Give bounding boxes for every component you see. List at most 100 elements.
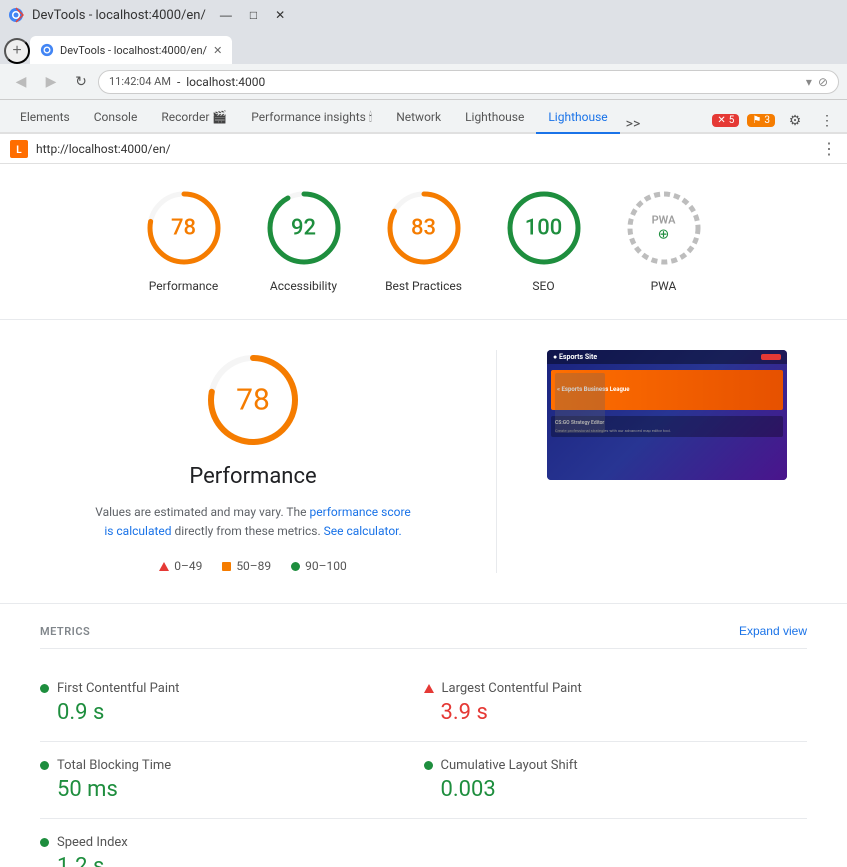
perf-preview-panel: ● Esports Site « Esports Business League… xyxy=(547,350,787,573)
metric-si-label: Speed Index xyxy=(57,835,128,850)
warning-flag-icon: ⚑ xyxy=(752,115,761,126)
tab-elements[interactable]: Elements xyxy=(8,102,82,134)
devtools-nav: Elements Console Recorder 🎬 Performance … xyxy=(0,100,847,134)
score-circle-best-practices: 83 xyxy=(384,188,464,268)
metric-tbt-status-icon xyxy=(40,761,49,770)
score-value-performance: 78 xyxy=(171,216,196,241)
breadcrumb-bar: L http://localhost:4000/en/ ⋮ xyxy=(0,134,847,164)
metric-lcp: Largest Contentful Paint 3.9 s xyxy=(424,665,808,742)
metric-cls-value: 0.003 xyxy=(424,777,788,802)
metric-lcp-label: Largest Contentful Paint xyxy=(442,681,582,696)
metric-cls-label: Cumulative Layout Shift xyxy=(441,758,578,773)
tab-performance-insights[interactable]: Performance insights 🕯 xyxy=(239,102,384,134)
score-item-best-practices: 83 Best Practices xyxy=(384,188,464,295)
dropdown-arrow-icon[interactable]: ▾ xyxy=(806,75,812,89)
svg-text:L: L xyxy=(16,145,22,156)
breadcrumb-favicon: L xyxy=(10,140,28,158)
maximize-button[interactable]: □ xyxy=(244,6,263,24)
score-circle-pwa: PWA ⊕ xyxy=(624,188,704,268)
new-tab-button[interactable]: + xyxy=(4,38,30,64)
tab-favicon xyxy=(40,43,54,57)
section-divider xyxy=(496,350,497,573)
metric-cls-label-row: Cumulative Layout Shift xyxy=(424,758,788,773)
score-label-best-practices: Best Practices xyxy=(385,278,462,295)
pwa-plus-icon: ⊕ xyxy=(652,227,676,243)
warning-badge[interactable]: ⚑ 3 xyxy=(747,114,775,127)
minimize-button[interactable]: — xyxy=(214,6,238,24)
score-label-seo: SEO xyxy=(532,278,554,295)
fail-triangle-icon xyxy=(159,562,169,571)
score-item-accessibility: 92 Accessibility xyxy=(264,188,344,295)
metrics-title: METRICS xyxy=(40,625,90,638)
error-badge[interactable]: ✕ 5 xyxy=(712,114,739,127)
perf-big-value: 78 xyxy=(236,382,270,417)
more-tabs-button[interactable]: >> xyxy=(620,116,647,132)
tab-title: DevTools - localhost:4000/en/ xyxy=(60,44,207,57)
score-value-accessibility: 92 xyxy=(291,216,316,241)
metric-fcp: First Contentful Paint 0.9 s xyxy=(40,665,424,742)
legend-fail: 0–49 xyxy=(159,559,202,573)
metric-si-label-row: Speed Index xyxy=(40,835,404,850)
tab-network[interactable]: Lighthouse xyxy=(453,102,536,134)
breadcrumb-more-icon[interactable]: ⋮ xyxy=(821,139,837,158)
score-item-pwa: PWA ⊕ PWA xyxy=(624,188,704,295)
score-value-seo: 100 xyxy=(525,216,563,241)
close-button[interactable]: ✕ xyxy=(269,6,291,24)
score-label-performance: Performance xyxy=(149,278,218,295)
browser-tab[interactable]: DevTools - localhost:4000/en/ ✕ xyxy=(30,36,232,64)
address-separator: - xyxy=(177,75,180,89)
browser-favicon xyxy=(8,7,24,23)
score-label-pwa: PWA xyxy=(651,278,677,295)
tab-recorder[interactable]: Recorder 🎬 xyxy=(149,102,239,134)
tab-console[interactable]: Console xyxy=(82,102,150,134)
pass-circle-icon xyxy=(291,562,300,571)
score-item-performance: 78 Performance xyxy=(144,188,224,295)
expand-view-button[interactable]: Expand view xyxy=(739,624,807,638)
metric-tbt-label-row: Total Blocking Time xyxy=(40,758,404,773)
perf-legend: 0–49 50–89 90–100 xyxy=(159,559,347,573)
perf-left-panel: 78 Performance Values are estimated and … xyxy=(60,350,446,573)
performance-detail-section: 78 Performance Values are estimated and … xyxy=(0,320,847,604)
stop-icon[interactable]: ⊘ xyxy=(818,75,828,89)
tab-lighthouse[interactable]: Lighthouse xyxy=(536,102,619,134)
score-circle-accessibility: 92 xyxy=(264,188,344,268)
main-content: 78 Performance 92 Accessibility xyxy=(0,164,847,867)
metrics-grid: First Contentful Paint 0.9 s Largest Con… xyxy=(40,665,807,867)
settings-icon[interactable]: ⚙ xyxy=(783,108,807,132)
average-square-icon xyxy=(222,562,231,571)
address-time: 11:42:04 AM xyxy=(109,75,171,88)
metric-tbt-label: Total Blocking Time xyxy=(57,758,171,773)
reload-button[interactable]: ↻ xyxy=(68,69,94,95)
metric-tbt: Total Blocking Time 50 ms xyxy=(40,742,424,819)
metric-cls: Cumulative Layout Shift 0.003 xyxy=(424,742,808,819)
scores-section: 78 Performance 92 Accessibility xyxy=(0,164,847,320)
metric-si: Speed Index 1.2 s xyxy=(40,819,424,867)
metric-tbt-value: 50 ms xyxy=(40,777,404,802)
preview-character-image xyxy=(555,373,605,433)
error-x-icon: ✕ xyxy=(717,115,725,126)
metrics-section: METRICS Expand view First Contentful Pai… xyxy=(0,604,847,867)
score-label-accessibility: Accessibility xyxy=(270,278,337,295)
perf-section-title: Performance xyxy=(189,464,316,489)
address-host: localhost:4000 xyxy=(186,75,800,89)
metric-cls-status-icon xyxy=(424,761,433,770)
score-circle-performance: 78 xyxy=(144,188,224,268)
tab-sources[interactable]: Network xyxy=(384,102,453,134)
pwa-label-text: PWA xyxy=(652,213,676,226)
metric-lcp-status-icon xyxy=(424,684,434,693)
metric-fcp-status-icon xyxy=(40,684,49,693)
metric-lcp-value: 3.9 s xyxy=(424,700,788,725)
metric-fcp-label: First Contentful Paint xyxy=(57,681,179,696)
perf-calculator-link[interactable]: See calculator. xyxy=(324,524,402,538)
perf-big-circle: 78 xyxy=(203,350,303,450)
title-bar: DevTools - localhost:4000/en/ — □ ✕ xyxy=(0,0,847,30)
score-value-best-practices: 83 xyxy=(411,216,436,241)
tab-close-icon[interactable]: ✕ xyxy=(213,44,222,57)
forward-button[interactable]: ▶ xyxy=(38,69,64,95)
devtools-icons: ✕ 5 ⚑ 3 ⚙ ⋮ xyxy=(712,108,839,132)
tab-bar: + DevTools - localhost:4000/en/ ✕ xyxy=(0,30,847,64)
address-bar[interactable]: 11:42:04 AM - localhost:4000 ▾ ⊘ xyxy=(98,70,839,94)
back-button[interactable]: ◀ xyxy=(8,69,34,95)
legend-average: 50–89 xyxy=(222,559,271,573)
more-options-icon[interactable]: ⋮ xyxy=(815,108,839,132)
